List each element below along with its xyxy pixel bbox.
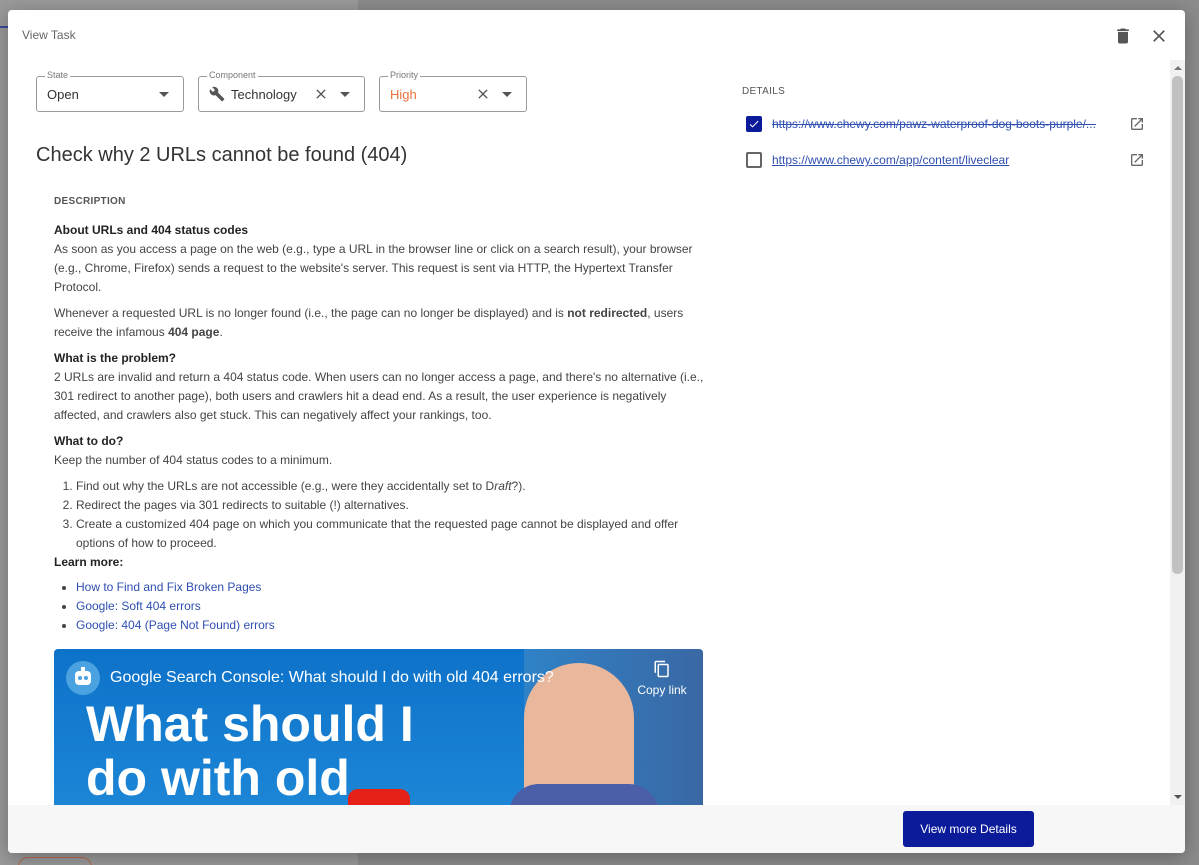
scroll-up-arrow-icon[interactable]: [1174, 66, 1182, 70]
bold-text: 404 page: [168, 325, 220, 339]
detail-item: https://www.chewy.com/pawz-waterproof-do…: [746, 114, 1146, 134]
list-item: Google: Soft 404 errors: [76, 597, 704, 616]
bold-text: not redirected: [567, 306, 648, 320]
list-item: Find out why the URLs are not accessible…: [76, 477, 704, 496]
channel-avatar[interactable]: [66, 661, 100, 695]
thumbnail-line: What should I: [86, 696, 414, 752]
state-value: Open: [47, 87, 79, 102]
description-heading: DESCRIPTION: [54, 196, 126, 207]
section-problem: What is the problem? 2 URLs are invalid …: [54, 349, 704, 425]
modal-title: View Task: [22, 28, 76, 42]
text: Whenever a requested URL is no longer fo…: [54, 306, 568, 320]
detail-url[interactable]: https://www.chewy.com/pawz-waterproof-do…: [772, 117, 1112, 131]
component-label: Component: [207, 70, 258, 80]
list-item: Redirect the pages via 301 redirects to …: [76, 496, 704, 515]
text: .: [219, 325, 223, 339]
list-item: How to Find and Fix Broken Pages: [76, 578, 704, 597]
scrollbar[interactable]: [1170, 60, 1185, 805]
video-title[interactable]: Google Search Console: What should I do …: [110, 669, 554, 687]
priority-select[interactable]: Priority High: [379, 70, 527, 112]
chevron-down-icon[interactable]: [159, 92, 169, 97]
view-more-details-button[interactable]: View more Details: [903, 811, 1034, 847]
paragraph: 2 URLs are invalid and return a 404 stat…: [54, 370, 704, 422]
copy-icon: [654, 660, 669, 678]
detail-url[interactable]: https://www.chewy.com/app/content/livecl…: [772, 153, 1112, 167]
component-select[interactable]: Component Technology: [198, 70, 365, 112]
priority-label: Priority: [388, 70, 421, 80]
priority-value: High: [390, 87, 417, 102]
section-about: About URLs and 404 status codes As soon …: [54, 221, 704, 342]
clear-icon[interactable]: [313, 86, 329, 102]
details-heading: DETAILS: [742, 86, 786, 97]
link-404-errors[interactable]: Google: 404 (Page Not Found) errors: [76, 618, 275, 632]
check-icon: [749, 120, 759, 128]
details-panel: DETAILS https://www.chewy.com/pawz-water…: [728, 60, 1170, 805]
backdrop-pill: [18, 857, 92, 865]
close-icon[interactable]: [1149, 26, 1169, 46]
modal-footer: View more Details: [8, 805, 1185, 853]
state-select[interactable]: State Open: [36, 70, 184, 112]
section-title: What is the problem?: [54, 351, 177, 365]
detail-item: https://www.chewy.com/app/content/livecl…: [746, 150, 1146, 170]
copy-link-label: Copy link: [637, 683, 687, 697]
links-list: How to Find and Fix Broken Pages Google:…: [54, 578, 704, 635]
chevron-down-icon[interactable]: [340, 92, 350, 97]
section-todo: What to do? Keep the number of 404 statu…: [54, 432, 704, 635]
paragraph: As soon as you access a page on the web …: [54, 242, 693, 294]
paragraph: Keep the number of 404 status codes to a…: [54, 453, 333, 467]
copy-link-button[interactable]: Copy link: [632, 659, 692, 697]
trash-icon[interactable]: [1113, 26, 1133, 46]
video-embed[interactable]: Google Search Console: What should I do …: [54, 649, 703, 805]
task-main: State Open Component Technology Priority…: [8, 60, 728, 805]
list-item: Google: 404 (Page Not Found) errors: [76, 616, 704, 635]
link-broken-pages[interactable]: How to Find and Fix Broken Pages: [76, 580, 261, 594]
video-presenter-shirt: [509, 784, 659, 805]
external-link-icon[interactable]: [1129, 152, 1145, 168]
paragraph: Whenever a requested URL is no longer fo…: [54, 304, 704, 342]
view-task-modal: View Task State Open Component Technolog…: [8, 10, 1185, 853]
component-value: Technology: [231, 87, 297, 102]
external-link-icon[interactable]: [1129, 116, 1145, 132]
modal-content: State Open Component Technology Priority…: [8, 60, 1170, 805]
text: Find out why the URLs are not accessible…: [76, 479, 495, 493]
section-title: About URLs and 404 status codes: [54, 223, 249, 237]
checkbox[interactable]: [746, 152, 762, 168]
section-title: What to do?: [54, 434, 124, 448]
scrollbar-thumb[interactable]: [1172, 76, 1183, 574]
wrench-icon: [209, 86, 225, 102]
learn-more-title: Learn more:: [54, 555, 124, 569]
steps-list: Find out why the URLs are not accessible…: [54, 477, 704, 553]
clear-icon[interactable]: [475, 86, 491, 102]
modal-header: View Task: [8, 10, 1185, 60]
checkbox[interactable]: [746, 116, 762, 132]
scroll-down-arrow-icon[interactable]: [1174, 795, 1182, 799]
state-label: State: [45, 70, 71, 80]
link-soft-404[interactable]: Google: Soft 404 errors: [76, 599, 201, 613]
description: DESCRIPTION About URLs and 404 status co…: [54, 192, 704, 641]
italic-text: raft: [494, 479, 512, 493]
text: ?).: [511, 479, 526, 493]
list-item: Create a customized 404 page on which yo…: [76, 515, 704, 553]
task-title: Check why 2 URLs cannot be found (404): [36, 144, 408, 166]
chevron-down-icon[interactable]: [502, 92, 512, 97]
play-icon[interactable]: [348, 789, 410, 805]
